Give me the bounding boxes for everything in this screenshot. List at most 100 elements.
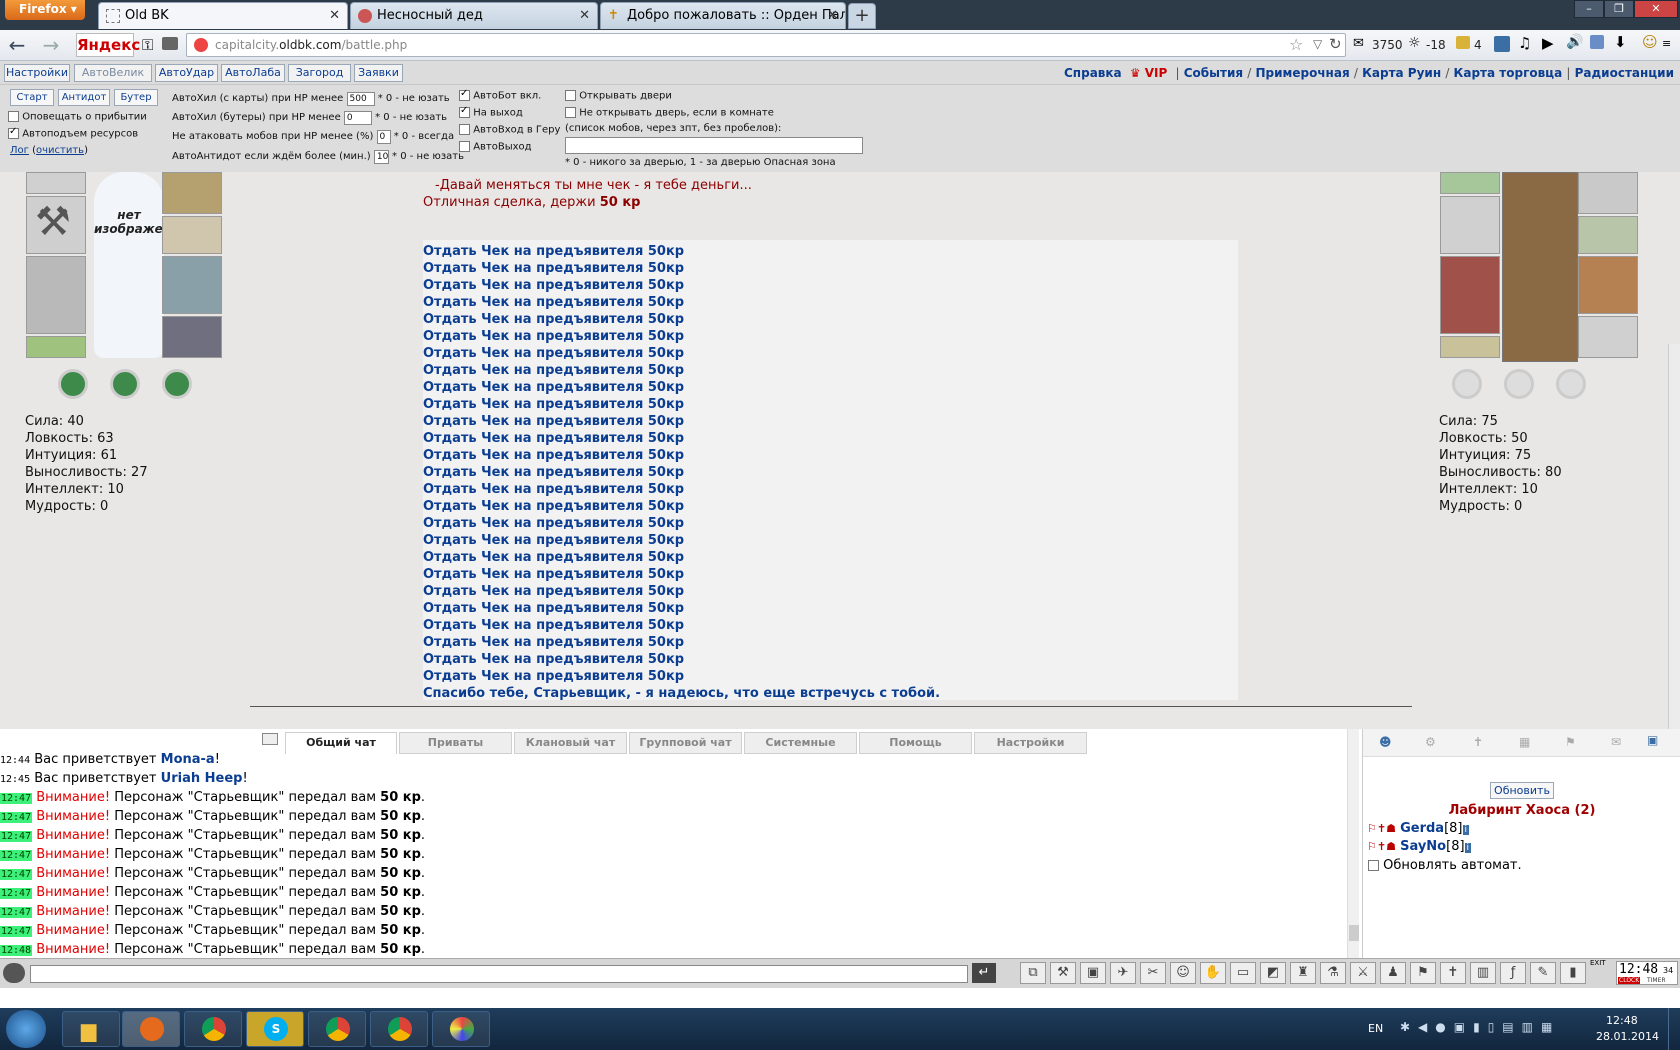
tool-icon[interactable]: ✝ [1440, 962, 1466, 984]
chat-toggle-icon[interactable] [262, 733, 278, 745]
tray-date[interactable]: 28.01.2014 [1596, 1030, 1659, 1043]
antidote-input[interactable]: 10 [373, 150, 389, 164]
start-button[interactable]: Старт [10, 89, 54, 106]
offer-option[interactable]: Отдать Чек на предъявителя 50кр [423, 549, 1238, 566]
dropdown-icon[interactable]: ▽ [1313, 37, 1322, 51]
offer-option[interactable]: Отдать Чек на предъявителя 50кр [423, 430, 1238, 447]
yandex-search-button[interactable]: Яндекс [76, 33, 140, 57]
menu-autoudar[interactable]: АвтоУдар [155, 64, 218, 82]
firefox-taskbar-icon[interactable] [122, 1011, 180, 1047]
player-name[interactable]: Mona-a [161, 752, 215, 767]
smiley-icon[interactable]: ☺ [1642, 33, 1658, 51]
weapon-slot[interactable] [1440, 196, 1500, 254]
music-icon[interactable]: ♫ [1518, 34, 1531, 52]
offer-option[interactable]: Отдать Чек на предъявителя 50кр [423, 294, 1238, 311]
armor-slot[interactable] [1440, 256, 1500, 334]
offer-option[interactable]: Отдать Чек на предъявителя 50кр [423, 345, 1238, 362]
auto-exit-checkbox[interactable] [459, 141, 470, 152]
offer-option[interactable]: Отдать Чек на предъявителя 50кр [423, 617, 1238, 634]
tool-icon[interactable]: ▭ [1230, 962, 1256, 984]
start-button-icon[interactable] [6, 1010, 46, 1048]
offer-option[interactable]: Отдать Чек на предъявителя 50кр [423, 379, 1238, 396]
offer-option[interactable]: Отдать Чек на предъявителя 50кр [423, 600, 1238, 617]
offer-option[interactable]: Отдать Чек на предъявителя 50кр [423, 362, 1238, 379]
offer-option[interactable]: Отдать Чек на предъявителя 50кр [423, 243, 1238, 260]
close-icon[interactable]: ✕ [827, 3, 838, 29]
heal-food-input[interactable]: 0 [343, 111, 372, 125]
gloves-slot[interactable] [1578, 216, 1638, 254]
tool-icon[interactable]: ✈ [1110, 962, 1136, 984]
tab-dedushka[interactable]: Несносный дед ✕ [350, 2, 598, 29]
rune-slot-icon[interactable] [1452, 369, 1482, 399]
bookmark-star-icon[interactable]: ☆ [1289, 35, 1303, 54]
play-icon[interactable]: ▶ [1542, 34, 1554, 52]
offer-option[interactable]: Отдать Чек на предъявителя 50кр [423, 277, 1238, 294]
menu-autolaba[interactable]: АвтоЛаба [221, 64, 285, 82]
weather-icon[interactable]: ☼ [1408, 35, 1421, 51]
explorer-icon[interactable]: ▆ [62, 1011, 120, 1047]
offer-option[interactable]: Отдать Чек на предъявителя 50кр [423, 583, 1238, 600]
tool-icon[interactable]: ☺ [1170, 962, 1196, 984]
boots-slot[interactable] [1578, 316, 1638, 358]
rune-icon[interactable] [110, 369, 140, 399]
menu-zagorod[interactable]: Загород [288, 64, 351, 82]
download-icon[interactable]: ⬇ [1614, 33, 1627, 51]
autobot-checkbox[interactable] [459, 88, 470, 101]
tool-icon[interactable]: ♜ [1290, 962, 1316, 984]
offer-option[interactable]: Отдать Чек на предъявителя 50кр [423, 396, 1238, 413]
rune-icon[interactable] [58, 369, 88, 399]
bag-slot[interactable] [1578, 256, 1638, 314]
window-close-icon[interactable]: ✕ [1634, 0, 1678, 18]
send-icon[interactable]: ↵ [972, 963, 996, 983]
tool-icon[interactable]: ▣ [1080, 962, 1106, 984]
volume-icon[interactable]: 🔊 [1566, 34, 1583, 50]
helmet-slot[interactable] [162, 172, 222, 214]
tool-icon[interactable]: ▮ [1560, 962, 1586, 984]
minimize-icon[interactable]: – [1574, 0, 1604, 18]
key-icon[interactable]: ⚿ [142, 36, 153, 54]
offer-option[interactable]: Отдать Чек на предъявителя 50кр [423, 328, 1238, 345]
offer-option[interactable]: Отдать Чек на предъявителя 50кр [423, 311, 1238, 328]
offer-option[interactable]: Отдать Чек на предъявителя 50кр [423, 260, 1238, 277]
show-desktop-button[interactable] [1668, 1008, 1680, 1050]
chrome-icon[interactable] [184, 1011, 242, 1047]
tool-icon[interactable]: ♟ [1380, 962, 1406, 984]
player-name[interactable]: Gerda [1400, 821, 1444, 836]
rune-icon[interactable] [162, 369, 192, 399]
tool-icon[interactable]: ⚗ [1320, 962, 1346, 984]
tab-old-bk[interactable]: Old BK ✕ [98, 2, 348, 29]
shield-slot[interactable] [162, 256, 222, 314]
chat-scroll-thumb[interactable] [1349, 925, 1359, 941]
auto-pickup-checkbox[interactable] [8, 126, 19, 139]
chat-icon[interactable]: ✉ [1611, 735, 1621, 749]
close-icon[interactable]: ✕ [329, 3, 340, 29]
gloves-slot[interactable] [162, 216, 222, 254]
on-exit-checkbox[interactable] [459, 105, 470, 118]
new-tab-button[interactable]: + [848, 3, 876, 29]
no-attack-input[interactable]: 0 [376, 130, 391, 144]
skype-icon[interactable]: S [246, 1011, 304, 1047]
rune-slot-icon[interactable] [1556, 369, 1586, 399]
players-icon[interactable]: ☻ [1379, 735, 1392, 749]
chart-icon[interactable]: ▦ [1519, 735, 1530, 749]
open-doors-checkbox[interactable] [565, 90, 576, 101]
chat-scrollbar[interactable] [1347, 729, 1359, 958]
offer-option[interactable]: Отдать Чек на предъявителя 50кр [423, 532, 1238, 549]
offer-option[interactable]: Отдать Чек на предъявителя 50кр [423, 447, 1238, 464]
site-identity-icon[interactable] [194, 38, 208, 52]
ring-slots[interactable] [1440, 336, 1500, 358]
amulet-slot[interactable] [26, 172, 86, 194]
helmet-slot[interactable] [1578, 172, 1638, 214]
language-indicator[interactable]: EN [1368, 1022, 1383, 1035]
tray-time[interactable]: 12:48 [1606, 1014, 1638, 1027]
buter-button[interactable]: Бутер [114, 89, 158, 106]
tool-icon[interactable]: ⧉ [1020, 962, 1046, 984]
refresh-button[interactable]: Обновить [1490, 782, 1554, 799]
notify-arrival-checkbox[interactable] [8, 111, 19, 122]
reload-icon[interactable]: ↻ [1329, 35, 1342, 53]
tray-icons[interactable]: ✱◀●▣▮▯▤▥▦ [1400, 1020, 1560, 1034]
antidote-button[interactable]: Антидот [58, 89, 110, 106]
dont-open-checkbox[interactable] [565, 107, 576, 118]
offer-option[interactable]: Отдать Чек на предъявителя 50кр [423, 464, 1238, 481]
chrome-icon[interactable] [308, 1011, 366, 1047]
